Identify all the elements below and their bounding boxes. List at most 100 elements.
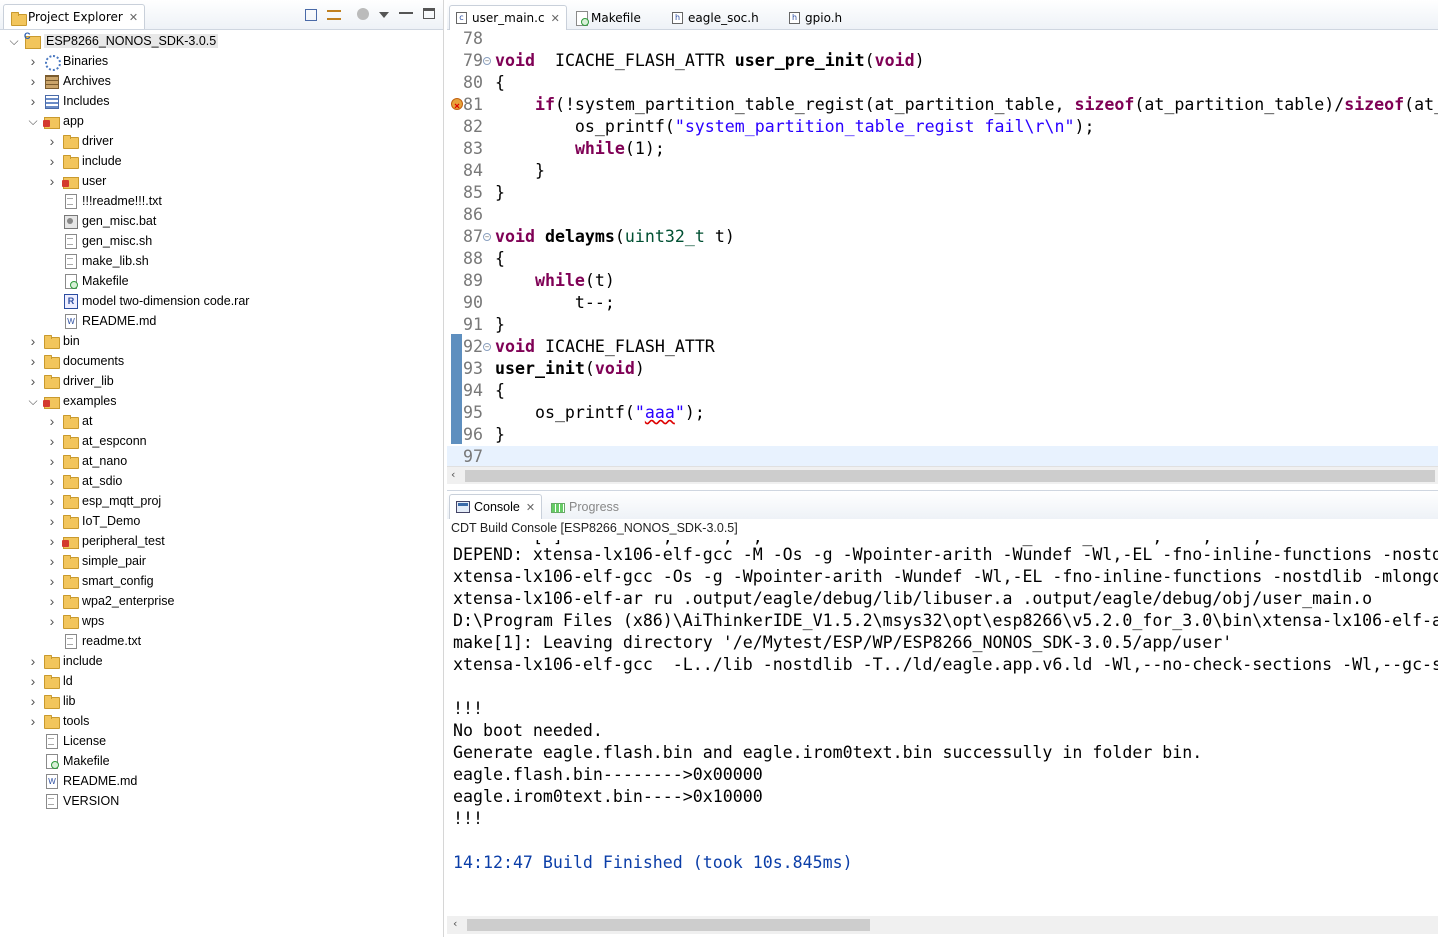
tree-item[interactable]: › Archives [0,71,443,91]
chevron-right-icon[interactable]: › [27,693,39,709]
code-line[interactable]: 79− void ICACHE_FLASH_ATTR user_pre_init(… [447,50,1438,72]
chevron-right-icon[interactable]: › [46,153,58,169]
tree-item[interactable]: › include [0,651,443,671]
filter-icon[interactable] [357,8,369,20]
close-icon[interactable]: ✕ [551,12,560,25]
close-icon[interactable]: ✕ [526,501,535,514]
chevron-right-icon[interactable]: › [46,413,58,429]
code-line[interactable]: 97 [447,446,1438,468]
tree-item[interactable]: › bin [0,331,443,351]
code-line[interactable]: 83 while(1); [447,138,1438,160]
error-marker-icon[interactable] [451,96,463,118]
chevron-right-icon[interactable]: › [46,513,58,529]
tree-item[interactable]: › driver_lib [0,371,443,391]
tree-item[interactable]: › documents [0,351,443,371]
tree-item[interactable]: › at_nano [0,451,443,471]
tree-item[interactable]: › simple_pair [0,551,443,571]
tree-item[interactable]: ⌵ examples [0,391,443,411]
code-line[interactable]: 93 user_init(void) [447,358,1438,380]
chevron-right-icon[interactable]: › [46,473,58,489]
tree-item[interactable]: › esp_mqtt_proj [0,491,443,511]
tree-item[interactable]: VERSION [0,791,443,811]
tree-item[interactable]: › at_sdio [0,471,443,491]
chevron-right-icon[interactable]: › [27,73,39,89]
chevron-right-icon[interactable]: › [27,93,39,109]
chevron-right-icon[interactable]: › [46,553,58,569]
code-line[interactable]: 94{ [447,380,1438,402]
chevron-right-icon[interactable]: › [27,373,39,389]
tree-item[interactable]: › driver [0,131,443,151]
maximize-icon[interactable] [423,8,435,19]
fold-toggle-icon[interactable]: − [483,57,491,65]
editor-horizontal-scrollbar[interactable]: ‹ [447,466,1438,484]
scrollbar-thumb[interactable] [467,919,870,931]
code-line[interactable]: 81 if(!system_partition_table_regist(at_… [447,94,1438,118]
tree-item[interactable]: › tools [0,711,443,731]
minimize-icon[interactable] [399,8,413,14]
tree-item[interactable]: !!!readme!!!.txt [0,191,443,211]
chevron-down-icon[interactable]: ⌵ [8,34,20,48]
code-line[interactable]: 86 [447,204,1438,226]
chevron-right-icon[interactable]: › [46,533,58,549]
tree-item[interactable]: › lib [0,691,443,711]
tree-item[interactable]: › include [0,151,443,171]
chevron-right-icon[interactable]: › [46,433,58,449]
chevron-right-icon[interactable]: › [27,53,39,69]
tree-item[interactable]: › Includes [0,91,443,111]
tab-makefile[interactable]: Makefile [567,5,647,30]
code-line[interactable]: 91} [447,314,1438,336]
fold-toggle-icon[interactable]: − [483,343,491,351]
tree-item[interactable]: › IoT_Demo [0,511,443,531]
tree-item[interactable]: › user [0,171,443,191]
code-line[interactable]: 82 os_printf("system_partition_table_reg… [447,116,1438,138]
code-line[interactable]: 78 [447,28,1438,50]
tree-item[interactable]: › peripheral_test [0,531,443,551]
chevron-right-icon[interactable]: › [46,613,58,629]
scroll-left-icon[interactable]: ‹ [451,468,455,481]
chevron-right-icon[interactable]: › [46,453,58,469]
tree-item[interactable]: › Binaries [0,51,443,71]
chevron-down-icon[interactable]: ⌵ [27,394,39,408]
tree-item[interactable]: › smart_config [0,571,443,591]
tree-item[interactable]: README.md [0,771,443,791]
chevron-right-icon[interactable]: › [27,653,39,669]
tree-item[interactable]: readme.txt [0,631,443,651]
tab-user-main-c[interactable]: c user_main.c ✕ [449,5,567,30]
chevron-right-icon[interactable]: › [46,133,58,149]
code-line[interactable]: 87− void delayms(uint32_t t) [447,226,1438,248]
chevron-right-icon[interactable]: › [46,173,58,189]
chevron-right-icon[interactable]: › [27,333,39,349]
tree-item[interactable]: › ld [0,671,443,691]
chevron-right-icon[interactable]: › [27,353,39,369]
chevron-right-icon[interactable]: › [46,573,58,589]
chevron-right-icon[interactable]: › [27,713,39,729]
tree-item[interactable]: › at_espconn [0,431,443,451]
tree-item[interactable]: make_lib.sh [0,251,443,271]
tab-eagle-soc-h[interactable]: h eagle_soc.h [666,5,765,30]
code-line[interactable]: 96} [447,424,1438,446]
tree-item[interactable]: README.md [0,311,443,331]
project-explorer-tab[interactable]: Project Explorer ✕ [3,4,146,29]
tree-item[interactable]: model two-dimension code.rar [0,291,443,311]
code-line[interactable]: 90 t--; [447,292,1438,314]
code-line[interactable]: 84 } [447,160,1438,182]
console-output[interactable]: [ ] , , , _ _ , , , DEPEND: xtensa-lx106… [447,540,1438,915]
code-line[interactable]: 85} [447,182,1438,204]
view-menu-icon[interactable] [379,12,389,18]
code-line[interactable]: 92− void ICACHE_FLASH_ATTR [447,336,1438,358]
tab-gpio-h[interactable]: h gpio.h [783,5,848,30]
code-line[interactable]: 88 { [447,248,1438,270]
tab-console[interactable]: Console ✕ [449,494,543,519]
tree-item[interactable]: License [0,731,443,751]
scroll-left-icon[interactable]: ‹ [453,917,457,930]
tree-item[interactable]: gen_misc.sh [0,231,443,251]
tree-item[interactable]: gen_misc.bat [0,211,443,231]
code-line[interactable]: 80 { [447,72,1438,94]
close-icon[interactable]: ✕ [129,11,138,24]
tree-item[interactable]: › wps [0,611,443,631]
tree-item[interactable]: ⌵ app [0,111,443,131]
tree-item[interactable]: Makefile [0,751,443,771]
scrollbar-thumb[interactable] [465,470,1435,482]
tree-item[interactable]: › wpa2_enterprise [0,591,443,611]
tree-item[interactable]: › at [0,411,443,431]
